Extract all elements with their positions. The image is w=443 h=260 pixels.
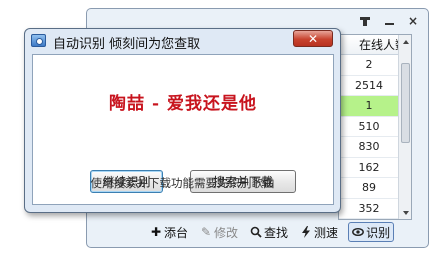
vertical-scrollbar[interactable] — [398, 35, 411, 219]
list-item[interactable]: 162 — [339, 158, 399, 178]
scroll-down-icon[interactable] — [400, 207, 411, 218]
magnifier-icon — [250, 226, 262, 238]
bottom-toolbar: ✚ 添台 ✎ 修改 查找 测速 识别 — [148, 222, 395, 242]
recognized-song-text: 陶喆 - 爱我还是他 — [109, 94, 257, 114]
add-server-label: 添台 — [164, 225, 189, 240]
recognize-label: 识别 — [366, 225, 391, 240]
list-item[interactable]: 2 — [339, 55, 399, 76]
dialog-title: 自动识别 倾刻间为您查取 — [53, 37, 201, 52]
speed-test-button[interactable]: 测速 — [298, 222, 340, 242]
dialog-titlebar[interactable]: 自动识别 倾刻间为您查取 ✕ — [25, 29, 340, 53]
pencil-icon: ✎ — [200, 225, 212, 239]
close-glyph: × — [407, 14, 419, 28]
list-item[interactable]: 2514 — [339, 76, 399, 96]
close-icon: ✕ — [307, 31, 319, 46]
minimize-icon[interactable] — [382, 14, 396, 28]
recognize-app-icon — [31, 34, 46, 47]
window-controls: × — [358, 13, 420, 29]
auto-recognize-dialog: 自动识别 倾刻间为您查取 ✕ 陶喆 - 爱我还是他 继续识别 搜索并下载 使用搜… — [24, 28, 341, 213]
add-server-button[interactable]: ✚ 添台 — [148, 222, 190, 242]
list-item-selected[interactable]: 1 — [339, 96, 399, 117]
list-item[interactable]: 89 — [339, 178, 399, 199]
hint-text: 使用搜索并下载功能需要先识别歌曲 — [90, 176, 275, 190]
scroll-up-icon[interactable] — [400, 36, 411, 47]
list-item[interactable]: 510 — [339, 117, 399, 137]
recognize-button[interactable]: 识别 — [348, 222, 395, 242]
pin-icon[interactable] — [358, 14, 372, 28]
close-icon[interactable]: × — [406, 14, 420, 28]
edit-label: 修改 — [214, 225, 239, 240]
speed-test-label: 测速 — [314, 225, 339, 240]
eye-icon — [352, 226, 364, 238]
plus-icon: ✚ — [150, 225, 162, 239]
online-count-list[interactable]: 在线人数 2 2514 1 510 830 162 89 352 — [338, 34, 412, 220]
find-label: 查找 — [264, 225, 289, 240]
dialog-close-button[interactable]: ✕ — [293, 30, 333, 47]
list-item[interactable]: 352 — [339, 199, 399, 219]
edit-button[interactable]: ✎ 修改 — [198, 222, 240, 242]
find-button[interactable]: 查找 — [248, 222, 290, 242]
scrollbar-thumb[interactable] — [401, 63, 410, 143]
list-item[interactable]: 830 — [339, 137, 399, 158]
lightning-icon — [300, 226, 312, 238]
